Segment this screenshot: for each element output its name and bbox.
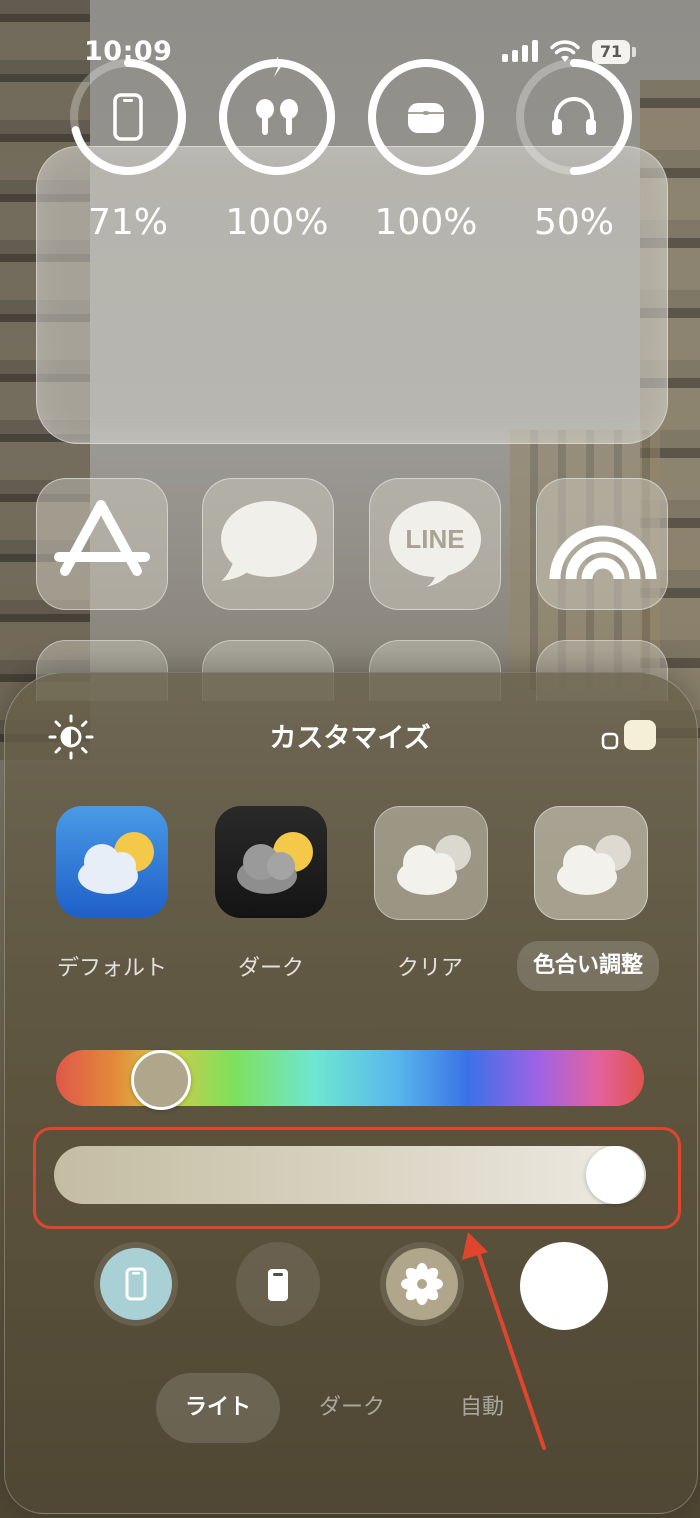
style-dark-option[interactable]	[215, 806, 327, 918]
iphone-battery-ring	[68, 57, 188, 177]
app-store-icon	[54, 500, 150, 576]
style-clear-label[interactable]: クリア	[350, 950, 510, 982]
line-icon: LINE	[389, 501, 481, 587]
style-tint-option[interactable]	[534, 806, 648, 920]
style-clear-option[interactable]	[374, 806, 488, 920]
style-default-label[interactable]: デフォルト	[32, 950, 192, 982]
wallpaper-mode-button[interactable]	[380, 1242, 464, 1326]
line-logo-text: LINE	[405, 524, 464, 554]
color-preview-button[interactable]	[520, 1242, 608, 1330]
lock-screen-mode-button[interactable]	[236, 1242, 320, 1326]
home-screen-mode-button[interactable]	[94, 1242, 178, 1326]
headphones-icon	[552, 97, 596, 135]
arc-app[interactable]	[536, 478, 668, 610]
customize-title: カスタマイズ	[269, 723, 431, 754]
battery-tip	[632, 47, 636, 57]
battery-widget[interactable]	[36, 146, 668, 444]
headphones-battery-ring	[514, 57, 634, 177]
iphone-icon	[113, 93, 143, 141]
appearance-dark-option[interactable]: ダーク	[290, 1373, 414, 1443]
weather-clear-icon	[397, 835, 471, 895]
airpods-icon	[256, 99, 298, 135]
iphone-battery-percent: 71%	[87, 202, 168, 243]
airpods-battery-ring	[217, 57, 337, 177]
rainbow-arcs-icon	[549, 525, 657, 580]
airpods-battery-percent: 100%	[225, 202, 329, 243]
iphone-filled-icon	[268, 1269, 288, 1301]
style-tint-label[interactable]: 色合い調整	[517, 941, 659, 991]
iphone-outline-icon	[100, 1248, 172, 1320]
appearance-auto-option[interactable]: 自動	[420, 1373, 544, 1443]
airpods-case-battery-ring	[366, 57, 486, 177]
airpods-case-battery-percent: 100%	[374, 202, 478, 243]
airpods-case-icon	[408, 103, 444, 133]
icon-size-toggle-icon[interactable]	[600, 718, 660, 754]
weather-dark-icon	[237, 832, 313, 894]
line-app[interactable]: LINE	[369, 478, 501, 610]
messages-app[interactable]	[202, 478, 334, 610]
appearance-light-option[interactable]: ライト	[156, 1373, 280, 1443]
hue-slider-knob[interactable]	[131, 1050, 191, 1110]
weather-tint-icon	[557, 835, 631, 895]
weather-default-icon	[78, 832, 154, 894]
app-store-app[interactable]	[36, 478, 168, 610]
style-default-option[interactable]	[56, 806, 168, 918]
style-dark-label[interactable]: ダーク	[191, 950, 351, 982]
flower-icon	[386, 1248, 458, 1320]
saturation-slider-knob[interactable]	[586, 1146, 644, 1204]
messages-icon	[221, 501, 317, 581]
saturation-slider-track[interactable]	[54, 1146, 646, 1204]
headphones-battery-percent: 50%	[533, 202, 614, 243]
